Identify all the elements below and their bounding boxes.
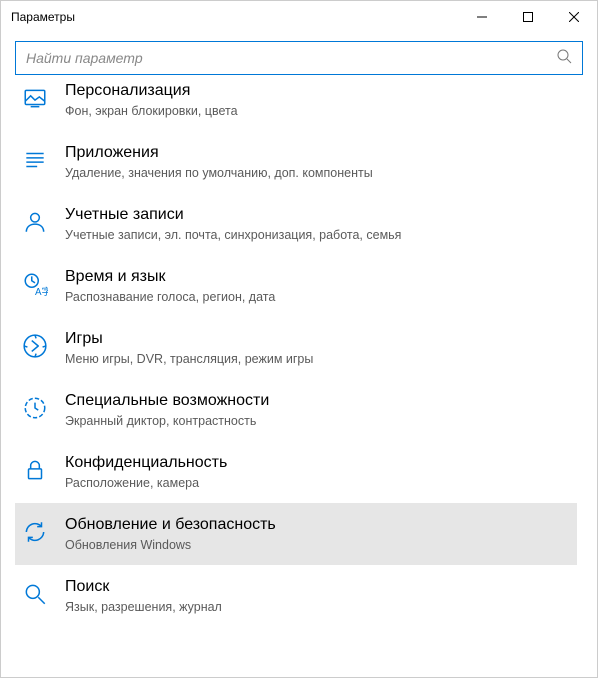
content-area: Персонализация Фон, экран блокировки, цве…: [1, 33, 597, 673]
settings-item-title: Конфиденциальность: [65, 454, 227, 472]
settings-item-text: Приложения Удаление, значения по умолчани…: [65, 144, 373, 180]
settings-item-text: Специальные возможности Экранный диктор, …: [65, 392, 269, 428]
settings-item-text: Учетные записи Учетные записи, эл. почта,…: [65, 206, 401, 242]
settings-item-text: Игры Меню игры, DVR, трансляция, режим иг…: [65, 330, 313, 366]
close-icon: [569, 12, 579, 22]
settings-list[interactable]: Персонализация Фон, экран блокировки, цве…: [15, 77, 583, 673]
apps-icon: [21, 146, 49, 174]
settings-item-description: Язык, разрешения, журнал: [65, 600, 222, 614]
settings-item-search-category[interactable]: Поиск Язык, разрешения, журнал: [15, 565, 577, 627]
settings-item-title: Время и язык: [65, 268, 275, 286]
settings-item-time-language[interactable]: A字 Время и язык Распознавание голоса, реги…: [15, 255, 577, 317]
search-box[interactable]: [15, 41, 583, 75]
settings-item-title: Игры: [65, 330, 313, 348]
settings-item-accounts[interactable]: Учетные записи Учетные записи, эл. почта,…: [15, 193, 577, 255]
settings-item-description: Экранный диктор, контрастность: [65, 414, 269, 428]
minimize-button[interactable]: [459, 1, 505, 33]
title-bar: Параметры: [1, 1, 597, 33]
settings-item-text: Обновление и безопасность Обновления Wind…: [65, 516, 276, 552]
time-language-icon: A字: [21, 270, 49, 298]
search-icon: [556, 48, 572, 69]
settings-item-text: Поиск Язык, разрешения, журнал: [65, 578, 222, 614]
ease-of-access-icon: [21, 394, 49, 422]
update-security-icon: [21, 518, 49, 546]
settings-item-apps[interactable]: Приложения Удаление, значения по умолчани…: [15, 131, 577, 193]
accounts-icon: [21, 208, 49, 236]
settings-item-title: Персонализация: [65, 82, 238, 100]
close-button[interactable]: [551, 1, 597, 33]
settings-item-gaming[interactable]: Игры Меню игры, DVR, трансляция, режим иг…: [15, 317, 577, 379]
settings-item-privacy[interactable]: Конфиденциальность Расположение, камера: [15, 441, 577, 503]
settings-item-description: Удаление, значения по умолчанию, доп. ко…: [65, 166, 373, 180]
settings-item-title: Приложения: [65, 144, 373, 162]
settings-item-description: Обновления Windows: [65, 538, 276, 552]
window-title: Параметры: [11, 10, 459, 24]
settings-item-ease-of-access[interactable]: Специальные возможности Экранный диктор, …: [15, 379, 577, 441]
settings-item-description: Расположение, камера: [65, 476, 227, 490]
settings-item-text: Время и язык Распознавание голоса, регион…: [65, 268, 275, 304]
settings-item-description: Фон, экран блокировки, цвета: [65, 104, 238, 118]
settings-item-description: Распознавание голоса, регион, дата: [65, 290, 275, 304]
settings-item-update-security[interactable]: Обновление и безопасность Обновления Wind…: [15, 503, 577, 565]
settings-item-text: Персонализация Фон, экран блокировки, цве…: [65, 82, 238, 118]
window-controls: [459, 1, 597, 33]
settings-item-description: Меню игры, DVR, трансляция, режим игры: [65, 352, 313, 366]
personalization-icon: [21, 84, 49, 112]
settings-item-text: Конфиденциальность Расположение, камера: [65, 454, 227, 490]
settings-item-description: Учетные записи, эл. почта, синхронизация…: [65, 228, 401, 242]
maximize-button[interactable]: [505, 1, 551, 33]
gaming-icon: [21, 332, 49, 360]
settings-item-title: Специальные возможности: [65, 392, 269, 410]
privacy-icon: [21, 456, 49, 484]
minimize-icon: [477, 12, 487, 22]
search-input[interactable]: [26, 50, 556, 66]
settings-item-title: Обновление и безопасность: [65, 516, 276, 534]
maximize-icon: [523, 12, 533, 22]
svg-text:A字: A字: [35, 285, 48, 297]
settings-item-personalization[interactable]: Персонализация Фон, экран блокировки, цве…: [15, 77, 577, 131]
search-category-icon: [21, 580, 49, 608]
settings-item-title: Поиск: [65, 578, 222, 596]
settings-item-title: Учетные записи: [65, 206, 401, 224]
